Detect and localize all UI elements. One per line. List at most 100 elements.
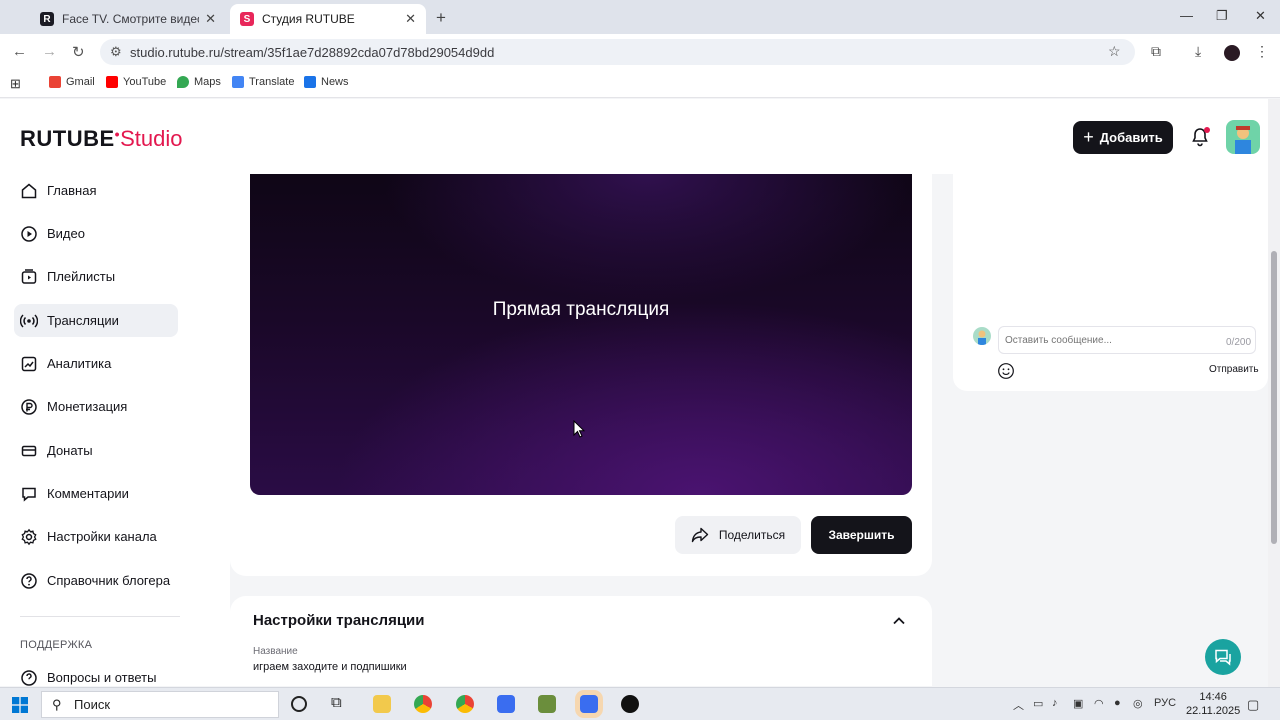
stream-settings-card: Настройки трансляции Название играем зах… [230, 596, 932, 686]
windows-start-icon[interactable] [12, 697, 28, 713]
sidebar-item-comments[interactable]: Комментарии [14, 477, 178, 510]
scrollbar-thumb[interactable] [1271, 251, 1277, 544]
rutube-favicon-icon: R [40, 12, 54, 26]
sidebar-item-broadcasts[interactable]: Трансляции [14, 304, 178, 337]
sidebar-divider [20, 616, 180, 617]
playlist-icon [21, 268, 37, 284]
gmail-icon [49, 76, 61, 88]
youtube-icon [106, 76, 118, 88]
tab-title: Студия RUTUBE [262, 12, 355, 26]
taskbar-clock[interactable]: 14:46 22.11.2025 [1186, 690, 1240, 718]
gear-icon [21, 528, 37, 545]
tray-chevron-up-icon[interactable]: ︿ [1013, 697, 1024, 713]
maximize-icon[interactable]: ❐ [1216, 8, 1228, 24]
chat-char-counter: 0/200 [1226, 337, 1252, 348]
roblox-player-icon[interactable] [580, 695, 598, 713]
player-status-title: Прямая трансляция [492, 299, 670, 320]
notification-center-icon[interactable]: ▢ [1247, 697, 1259, 713]
search-icon: ⚲ [52, 697, 62, 712]
page-scrollbar[interactable] [1268, 99, 1280, 687]
bookmark-translate[interactable]: Translate [232, 76, 294, 88]
sidebar-item-channel-settings[interactable]: Настройки канала [14, 520, 178, 553]
emoji-smile-icon[interactable] [997, 362, 1015, 380]
translate-icon [232, 76, 244, 88]
support-chat-icon [1215, 649, 1231, 666]
sidebar-item-analytics[interactable]: Аналитика [14, 347, 178, 380]
notifications-bell-icon[interactable] [1190, 127, 1210, 147]
comments-icon [22, 487, 36, 502]
help-circle-icon [21, 572, 37, 589]
file-explorer-icon[interactable] [373, 695, 391, 713]
windows-taskbar: ⚲ Поиск ⧉ ︿ ▭ ♪ ▣ ◠ ● ◎ РУС 14:46 22.11.… [0, 687, 1280, 720]
url-text: studio.rutube.ru/stream/35f1ae7d28892cda… [130, 44, 495, 60]
minecraft-icon[interactable] [538, 695, 556, 713]
user-avatar[interactable] [1226, 120, 1260, 154]
chat-panel: 0/200 Отправить [953, 174, 1268, 391]
tray-speaker-icon[interactable]: ♪ [1052, 697, 1058, 709]
browser-tab-studio[interactable]: S Студия RUTUBE ✕ [230, 4, 426, 34]
tray-display-icon[interactable]: ▣ [1073, 697, 1083, 710]
close-tab-icon[interactable]: ✕ [205, 11, 216, 27]
minimize-icon[interactable]: — [1180, 8, 1193, 23]
home-icon [21, 183, 37, 198]
language-indicator[interactable]: РУС [1154, 697, 1176, 709]
chat-message-input[interactable] [998, 326, 1256, 354]
sidebar-item-home[interactable]: Главная [14, 174, 178, 207]
close-tab-icon[interactable]: ✕ [405, 11, 416, 27]
share-button[interactable]: Поделиться [675, 516, 801, 554]
chevron-up-icon[interactable] [892, 614, 906, 628]
bookmark-news[interactable]: News [304, 76, 349, 88]
url-bar[interactable]: ⚙ studio.rutube.ru/stream/35f1ae7d28892c… [100, 39, 1135, 65]
extensions-icon[interactable]: ⧉ [1151, 43, 1161, 60]
sidebar: Главная Видео Плейлисты Трансляции Анали… [0, 174, 230, 686]
chrome-profile-icon[interactable] [456, 695, 474, 713]
add-button[interactable]: + Добавить [1073, 121, 1173, 154]
chat-user-avatar [973, 327, 991, 345]
obs-icon[interactable] [621, 695, 639, 713]
forward-icon[interactable]: → [42, 43, 57, 60]
support-chat-button[interactable] [1205, 639, 1241, 675]
bookmark-maps[interactable]: Maps [177, 76, 221, 88]
video-player[interactable]: Прямая трансляция [250, 174, 912, 495]
tray-mic-icon[interactable]: ● [1114, 697, 1121, 709]
chat-send-button[interactable]: Отправить [1209, 364, 1259, 375]
bookmark-youtube[interactable]: YouTube [106, 76, 166, 88]
taskbar-search[interactable]: ⚲ Поиск [41, 691, 279, 718]
sidebar-item-playlists[interactable]: Плейлисты [14, 260, 178, 293]
task-view-icon[interactable]: ⧉ [331, 694, 349, 712]
monetization-icon [21, 398, 37, 415]
new-tab-icon[interactable]: + [436, 8, 446, 28]
download-icon[interactable]: ⤓ [1195, 43, 1201, 60]
bookmark-star-icon[interactable]: ☆ [1108, 43, 1121, 60]
bookmark-gmail[interactable]: Gmail [49, 76, 95, 88]
sidebar-item-blogger-guide[interactable]: Справочник блогера [14, 564, 178, 597]
close-window-icon[interactable]: ✕ [1255, 8, 1266, 24]
name-field-label: Название [253, 646, 298, 657]
reload-icon[interactable]: ↻ [72, 43, 85, 61]
tray-wifi-icon[interactable]: ◠ [1094, 697, 1104, 710]
finish-stream-button[interactable]: Завершить [811, 516, 912, 554]
tab-title: Face TV. Смотрите видео онлайн [62, 12, 199, 26]
site-info-icon[interactable]: ⚙ [110, 44, 122, 60]
browser-tab-bar: R Face TV. Смотрите видео онлайн ✕ S Сту… [0, 0, 1280, 34]
tray-battery-icon[interactable]: ▭ [1033, 697, 1043, 710]
sidebar-item-video[interactable]: Видео [14, 217, 178, 250]
settings-title: Настройки трансляции [253, 612, 425, 629]
menu-dots-icon[interactable]: ⋮ [1255, 43, 1269, 60]
rutube-studio-logo[interactable]: RUTUBE•Studio [20, 126, 182, 152]
sidebar-item-monetization[interactable]: Монетизация [14, 390, 178, 423]
apps-grid-icon[interactable]: ⊞ [10, 76, 21, 92]
chrome-icon[interactable] [414, 695, 432, 713]
name-field-value[interactable]: играем заходите и подпишики [253, 661, 407, 673]
sidebar-item-donations[interactable]: Донаты [14, 434, 178, 467]
browser-tab-face-tv[interactable]: R Face TV. Смотрите видео онлайн ✕ [30, 4, 226, 34]
notification-dot [1204, 127, 1210, 133]
studio-favicon-icon: S [240, 12, 254, 26]
tray-network-icon[interactable]: ◎ [1133, 697, 1143, 710]
address-toolbar: ← → ↻ ⚙ studio.rutube.ru/stream/35f1ae7d… [0, 34, 1280, 70]
browser-profile-avatar[interactable] [1224, 45, 1240, 61]
back-icon[interactable]: ← [12, 43, 27, 60]
roblox-studio-icon[interactable] [497, 695, 515, 713]
cortana-icon[interactable] [291, 696, 307, 712]
share-arrow-icon [691, 527, 709, 543]
